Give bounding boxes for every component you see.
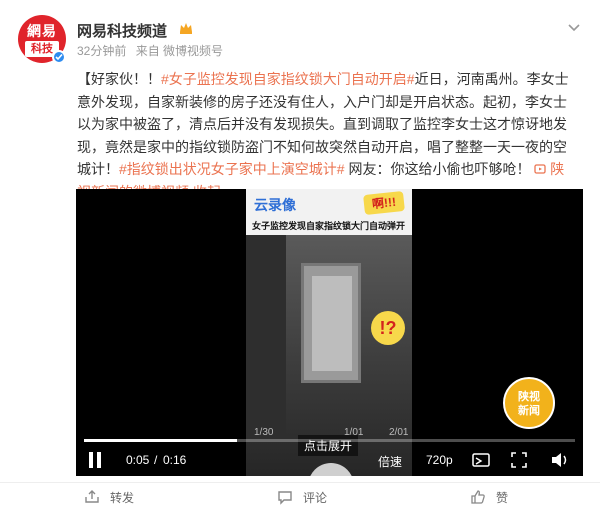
fullscreen-icon[interactable] [510, 451, 528, 469]
chevron-down-icon[interactable] [566, 22, 582, 34]
progress-bar[interactable] [84, 439, 575, 442]
picture-in-picture-icon[interactable] [472, 451, 490, 469]
post-actions: 转发 评论 赞 [0, 482, 600, 510]
account-name[interactable]: 网易科技频道 [77, 20, 167, 41]
scene-door [301, 263, 361, 383]
badge-line: 新闻 [518, 405, 540, 417]
video-overlay-header: 云录像 啊!!! 女子监控发现自家指纹锁大门自动弹开 [246, 189, 412, 235]
segment-label: 1/30 [254, 427, 274, 438]
overlay-subtitle: 女子监控发现自家指纹锁大门自动弹开 [252, 221, 406, 231]
comment-label: 评论 [303, 491, 328, 505]
avatar-logo-text: 網易 [27, 24, 57, 40]
hashtag-link[interactable]: #女子监控发现自家指纹锁大门自动开启# [161, 71, 415, 87]
overlay-title: 云录像 [254, 197, 296, 213]
alert-icon: !? [371, 311, 405, 345]
repost-label: 转发 [110, 491, 135, 505]
video-controls: 0:05 / 0:16 倍速 720p [76, 446, 583, 476]
post-source[interactable]: 来自 微博视频号 [136, 44, 223, 58]
video-player[interactable]: 云录像 啊!!! 女子监控发现自家指纹锁大门自动弹开 !? 点击展开 1/30 … [76, 189, 583, 476]
comment-button[interactable]: 评论 [278, 489, 328, 506]
duration: 0:16 [163, 453, 187, 467]
comment-icon [278, 491, 292, 505]
pause-icon[interactable] [86, 450, 104, 470]
post-meta: 32分钟前 来自 微博视频号 [77, 42, 229, 59]
speed-button[interactable]: 倍速 [378, 453, 402, 470]
post-text: 【好家伙！！#女子监控发现自家指纹锁大门自动开启#近日，河南禹州。李女士意外发现… [77, 68, 577, 203]
current-time: 0:05 [126, 453, 150, 467]
verified-icon [52, 50, 66, 64]
share-icon [85, 490, 99, 503]
segment-label: 2/01 [389, 427, 409, 438]
video-link-icon[interactable] [534, 161, 550, 177]
hashtag-link[interactable]: #指纹锁出状况女子家中上演空城计# [119, 161, 345, 177]
channel-badge: 陕视 新闻 [503, 377, 555, 429]
thumbs-up-icon [471, 490, 485, 504]
like-label: 赞 [496, 491, 509, 505]
like-button[interactable]: 赞 [471, 489, 509, 506]
scene-wall [246, 235, 286, 435]
badge-line: 陕视 [518, 391, 540, 403]
post-time[interactable]: 32分钟前 [77, 44, 126, 58]
progress-fill [84, 439, 238, 442]
weibo-post: 網易 科技 网易科技频道 32分钟前 来自 微博视频号 【好家伙！！#女子监控发… [0, 0, 600, 513]
text-comment: 网友：你这给小偷也吓够呛！ [348, 161, 531, 177]
volume-icon[interactable] [550, 451, 570, 469]
time-separator: / [154, 453, 158, 467]
segment-label: 1/01 [344, 427, 364, 438]
overlay-bubble: 啊!!! [363, 190, 405, 216]
repost-button[interactable]: 转发 [85, 489, 135, 506]
text-intro: 【好家伙！！ [77, 71, 161, 87]
quality-button[interactable]: 720p [426, 453, 453, 467]
crown-icon [180, 23, 192, 34]
